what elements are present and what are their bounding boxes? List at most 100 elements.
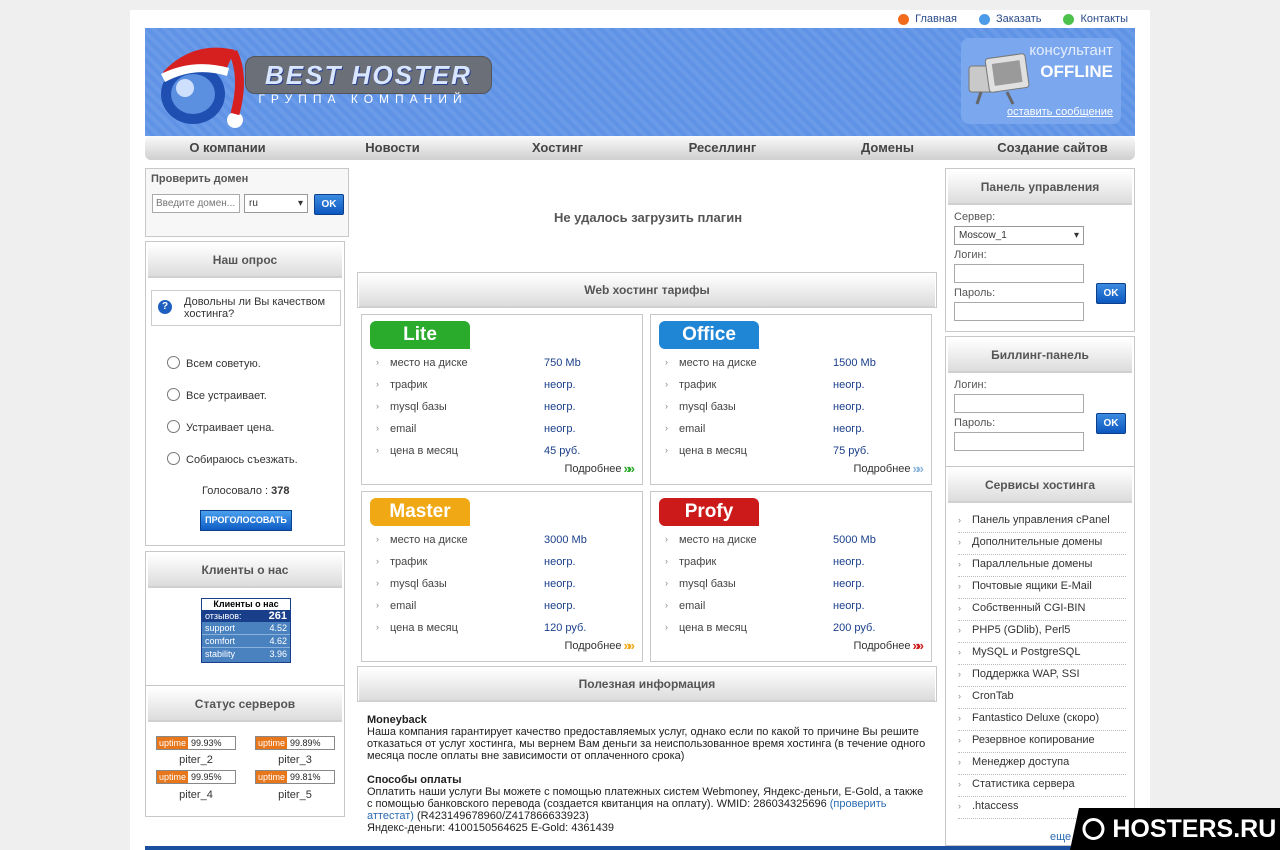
double-chevron-right-icon: »» <box>912 461 925 476</box>
poll-radio-3[interactable] <box>167 420 180 433</box>
domain-input[interactable] <box>152 194 240 213</box>
nav-reselling[interactable]: Реселлинг <box>640 136 805 160</box>
tariff-row: › email неогр. <box>665 423 865 435</box>
bullet-icon: › <box>958 713 961 723</box>
bullet-icon: › <box>665 423 668 433</box>
cp-login-input[interactable] <box>954 264 1084 283</box>
poll-radio-1[interactable] <box>167 356 180 369</box>
reviews-row: support 4.52 <box>202 622 290 635</box>
consultant-status: OFFLINE <box>1040 62 1113 81</box>
tariff-more-link[interactable]: Подробнее»» <box>564 461 635 476</box>
tariff-more-link[interactable]: Подробнее»» <box>853 638 924 653</box>
hosters-watermark: HOSTERS.RU <box>1070 808 1280 850</box>
service-item[interactable]: › Менеджер доступа <box>958 753 1126 775</box>
tariff-more-link[interactable]: Подробнее»» <box>853 461 925 476</box>
reviews-widget-title: Клиенты о нас <box>202 599 290 610</box>
tariff-row: › mysql базы неогр. <box>665 401 865 413</box>
cp-ok-button[interactable]: OK <box>1096 283 1126 304</box>
billing-password-input[interactable] <box>954 432 1084 451</box>
bullet-icon: › <box>958 669 961 679</box>
uptime-badge[interactable]: uptime 99.95% <box>156 770 236 784</box>
service-item[interactable]: › Параллельные домены <box>958 555 1126 577</box>
bullet-icon: › <box>665 622 668 632</box>
poll-option-2: Все устраивает. <box>186 390 267 402</box>
cp-password-input[interactable] <box>954 302 1084 321</box>
toplink-home[interactable]: Главная <box>898 12 957 26</box>
poll-option-4: Собираюсь съезжать. <box>186 454 298 466</box>
tariff-row: › цена в месяц 45 руб. <box>376 445 581 457</box>
bullet-icon: › <box>958 801 961 811</box>
tariff-badge: Office <box>659 321 759 349</box>
bullet-icon: › <box>376 357 379 367</box>
service-item[interactable]: › Fantastico Deluxe (скоро) <box>958 709 1126 731</box>
bullet-icon: › <box>376 622 379 632</box>
poll-votes: Голосовало : 378 <box>202 485 290 497</box>
domain-check-ok-button[interactable]: OK <box>314 194 344 215</box>
bullet-icon: › <box>665 600 668 610</box>
nav-news[interactable]: Новости <box>310 136 475 160</box>
service-item[interactable]: › Резервное копирование <box>958 731 1126 753</box>
service-item[interactable]: › Собственный CGI-BIN <box>958 599 1126 621</box>
poll-radio-2[interactable] <box>167 388 180 401</box>
bullet-icon: › <box>376 578 379 588</box>
bullet-icon: › <box>376 534 379 544</box>
contacts-dot-icon <box>1063 13 1075 25</box>
tariff-more-link[interactable]: Подробнее»» <box>564 638 635 653</box>
service-item[interactable]: › Поддержка WAP, SSI <box>958 665 1126 687</box>
services-more-link[interactable]: еще <box>1050 831 1071 843</box>
service-item[interactable]: › PHP5 (GDlib), Perl5 <box>958 621 1126 643</box>
control-panel-box: Панель управления Сервер: Moscow_1 ▾ Логи… <box>945 168 1135 332</box>
billing-ok-button[interactable]: OK <box>1096 413 1126 434</box>
reviews-widget[interactable]: Клиенты о нас отзывов: 261 support 4.52 co… <box>201 598 291 663</box>
billing-login-input[interactable] <box>954 394 1084 413</box>
tariff-row: › трафик неогр. <box>665 556 865 568</box>
logo[interactable]: BEST HOSTER ГРУППА КОМПАНИЙ <box>153 36 493 128</box>
moneyback-text: Наша компания гарантирует качество предо… <box>367 726 926 762</box>
service-item[interactable]: › Почтовые ящики E-Mail <box>958 577 1126 599</box>
home-dot-icon <box>898 13 910 25</box>
server-name: piter_2 <box>179 754 213 766</box>
uptime-badge[interactable]: uptime 99.81% <box>255 770 335 784</box>
toplink-order[interactable]: Заказать <box>978 12 1041 26</box>
service-item[interactable]: › MySQL и PostgreSQL <box>958 643 1126 665</box>
bullet-icon: › <box>665 578 668 588</box>
toplink-contacts[interactable]: Контакты <box>1063 12 1128 26</box>
bullet-icon: › <box>665 445 668 455</box>
bullet-icon: › <box>376 600 379 610</box>
billing-login-label: Логин: <box>954 379 987 391</box>
bullet-icon: › <box>665 534 668 544</box>
reviews-title: Клиенты о нас <box>148 554 342 588</box>
bullet-icon: › <box>958 581 961 591</box>
nav-site-creation[interactable]: Создание сайтов <box>970 136 1135 160</box>
tariff-card-office: Office › место на диске 1500 Mb › трафик нео… <box>650 314 932 485</box>
header-banner: BEST HOSTER ГРУППА КОМПАНИЙ консультант … <box>145 28 1135 136</box>
server-select[interactable]: Moscow_1 ▾ <box>954 226 1084 245</box>
moneyback-title: Moneyback <box>367 714 427 726</box>
tariff-card-master: Master › место на диске 3000 Mb › трафик нео… <box>361 491 643 662</box>
poll-radio-4[interactable] <box>167 452 180 465</box>
domain-check-box: Проверить домен ru▾ OK <box>145 168 349 237</box>
bullet-icon: › <box>958 757 961 767</box>
reviews-row: comfort 4.62 <box>202 635 290 648</box>
domain-zone-select[interactable]: ru ▾ <box>244 194 308 213</box>
nav-hosting[interactable]: Хостинг <box>475 136 640 160</box>
service-item[interactable]: › CronTab <box>958 687 1126 709</box>
vote-button[interactable]: ПРОГОЛОСОВАТЬ <box>200 510 292 531</box>
leave-message-link[interactable]: оставить сообщение <box>1007 106 1113 118</box>
consultant-widget: консультант OFFLINE оставить сообщение <box>961 38 1121 124</box>
tariffs-title: Web хостинг тарифы <box>359 274 935 308</box>
nav-about[interactable]: О компании <box>145 136 310 160</box>
nav-domains[interactable]: Домены <box>805 136 970 160</box>
service-item[interactable]: › Дополнительные домены <box>958 533 1126 555</box>
service-item[interactable]: › Панель управления cPanel <box>958 511 1126 533</box>
service-item[interactable]: › Статистика сервера <box>958 775 1126 797</box>
server-name: piter_4 <box>179 789 213 801</box>
payment-text: Оплатить наши услуги Вы можете с помощью… <box>367 786 924 822</box>
uptime-badge[interactable]: uptime 99.89% <box>255 736 335 750</box>
question-icon: ? <box>158 300 172 314</box>
tariff-card-profy: Profy › место на диске 5000 Mb › трафик неог… <box>650 491 932 662</box>
reviews-box: Клиенты о нас Клиенты о нас отзывов: 261 … <box>145 551 345 687</box>
uptime-badge[interactable]: uptime 99.93% <box>156 736 236 750</box>
bullet-icon: › <box>665 357 668 367</box>
payment-title: Способы оплаты <box>367 774 462 786</box>
